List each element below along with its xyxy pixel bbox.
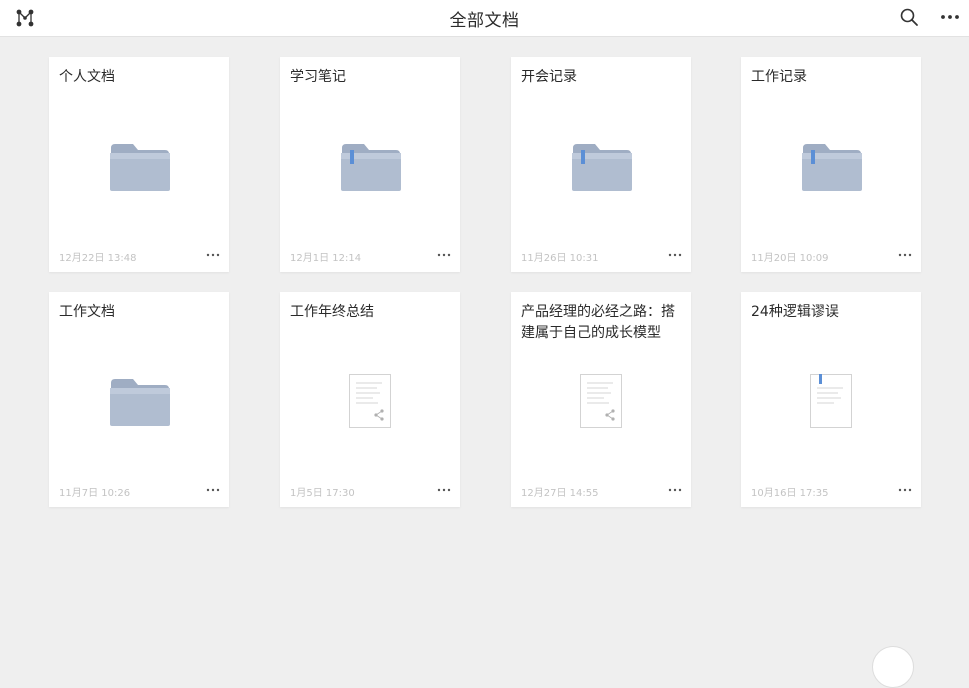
card-date: 12月22日 13:48 (59, 253, 137, 264)
card-more-icon[interactable] (667, 486, 683, 494)
folder-icon (572, 144, 632, 191)
card-more-icon[interactable] (205, 251, 221, 259)
file-card[interactable]: 工作文档 11月7日 10:26 (49, 292, 229, 507)
card-date: 1月5日 17:30 (290, 488, 355, 499)
card-more-icon[interactable] (436, 486, 452, 494)
card-date: 10月16日 17:35 (751, 488, 829, 499)
top-bar: 全部文档 (0, 0, 969, 37)
file-card[interactable]: 产品经理的必经之路：搭建属于自己的成长模型 12月27日 14:55 (511, 292, 691, 507)
folder-icon (110, 144, 170, 191)
file-card[interactable]: 开会记录 11月26日 10:31 (511, 57, 691, 272)
card-title: 工作文档 (59, 304, 115, 320)
card-more-icon[interactable] (897, 486, 913, 494)
card-title: 学习笔记 (290, 69, 346, 85)
folder-icon (110, 379, 170, 426)
card-date: 12月27日 14:55 (521, 488, 599, 499)
search-icon[interactable] (899, 7, 919, 27)
card-title: 24种逻辑谬误 (751, 304, 839, 320)
bookmark-icon (350, 150, 354, 164)
card-title: 工作记录 (751, 69, 807, 85)
card-title: 产品经理的必经之路：搭建属于自己的成长模型 (521, 304, 675, 341)
file-card[interactable]: 24种逻辑谬误 10月16日 17:35 (741, 292, 921, 507)
bookmark-icon (811, 150, 815, 164)
folder-icon (802, 144, 862, 191)
document-icon (349, 374, 391, 428)
card-more-icon[interactable] (667, 251, 683, 259)
page-title: 全部文档 (449, 11, 520, 31)
file-card[interactable]: 学习笔记 12月1日 12:14 (280, 57, 460, 272)
card-date: 11月26日 10:31 (521, 253, 599, 264)
bookmark-icon (581, 150, 585, 164)
card-date: 11月20日 10:09 (751, 253, 829, 264)
document-icon (810, 374, 852, 428)
card-date: 11月7日 10:26 (59, 488, 131, 499)
file-card[interactable]: 个人文档 12月22日 13:48 (49, 57, 229, 272)
floating-action-button[interactable] (872, 646, 914, 688)
card-title: 个人文档 (59, 69, 115, 85)
card-more-icon[interactable] (897, 251, 913, 259)
file-card[interactable]: 工作记录 11月20日 10:09 (741, 57, 921, 272)
more-horizontal-icon[interactable] (940, 8, 960, 26)
card-title: 工作年终总结 (290, 304, 374, 320)
file-card[interactable]: 工作年终总结 1月5日 17:30 (280, 292, 460, 507)
folder-icon (341, 144, 401, 191)
card-more-icon[interactable] (436, 251, 452, 259)
card-title: 开会记录 (521, 69, 577, 85)
card-more-icon[interactable] (205, 486, 221, 494)
card-date: 12月1日 12:14 (290, 253, 362, 264)
bookmark-icon (819, 374, 822, 384)
document-icon (580, 374, 622, 428)
